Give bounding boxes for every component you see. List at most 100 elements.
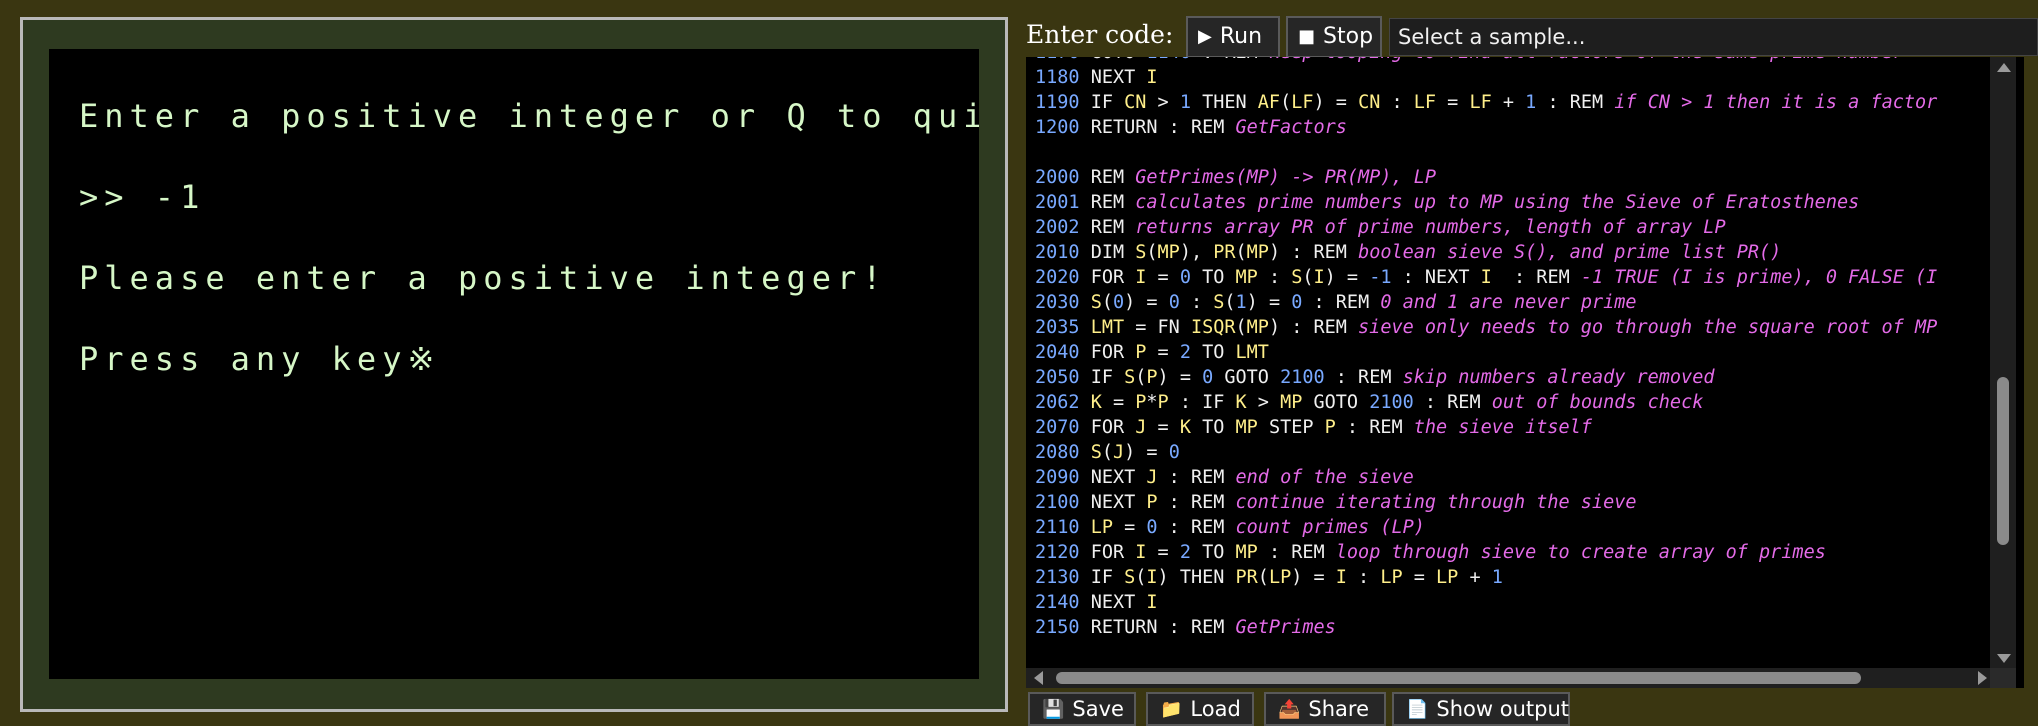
code-token-kw: NEXT [1090,492,1147,513]
code-line[interactable]: 2040 FOR P = 2 TO LMT [1035,340,1937,365]
code-token-cm: end of the sieve [1235,467,1414,488]
code-line[interactable]: 2100 NEXT P : REM continue iterating thr… [1035,490,1937,515]
code-token-ln: 2010 [1035,242,1091,263]
show-output-button[interactable]: 📄 Show output [1392,692,1570,726]
code-token-kw: REM [1090,192,1136,213]
scroll-right-arrow-icon[interactable] [1978,671,1987,685]
horizontal-scrollbar[interactable] [1026,668,2016,688]
code-token-kw: ( [1135,567,1147,588]
scroll-left-arrow-icon[interactable] [1034,671,1043,685]
code-token-var: S [1090,292,1102,313]
code-token-kw: ) = [1246,292,1292,313]
code-token-var: J [1135,417,1147,438]
code-token-var: K [1090,392,1102,413]
code-line[interactable]: 1200 RETURN : REM GetFactors [1035,115,1937,140]
load-label: Load [1190,697,1241,721]
code-line[interactable]: 2002 REM returns array PR of prime numbe… [1035,215,1937,240]
run-button[interactable]: ▶ Run [1186,16,1280,58]
code-line[interactable]: 2062 K = P*P : IF K > MP GOTO 2100 : REM… [1035,390,1937,415]
code-token-num: 1 [1525,92,1537,113]
code-editor[interactable]: 1170 GOTO 1140 : REM keep looping to fin… [1026,57,2024,688]
code-line[interactable]: 2130 IF S(I) THEN PR(LP) = I : LP = LP +… [1035,565,1937,590]
code-token-num: 0 [1112,292,1125,313]
save-button[interactable]: 💾 Save [1028,692,1136,726]
code-line[interactable]: 2020 FOR I = 0 TO MP : S(I) = -1 : NEXT … [1035,265,1937,290]
code-token-var: LF [1413,92,1437,113]
code-token-var: I [1135,267,1147,288]
code-token-kw: ( [1280,92,1292,113]
scroll-down-arrow-icon[interactable] [1997,654,2011,663]
code-token-kw: > [1246,392,1281,413]
folder-icon: 📁 [1160,698,1183,720]
load-button[interactable]: 📁 Load [1146,692,1254,726]
code-token-kw: TO [1190,267,1236,288]
code-line[interactable]: 2090 NEXT J : REM end of the sieve [1035,465,1937,490]
code-token-kw: ( [1302,267,1314,288]
screen-output: Enter a positive integer or Q to quit >>… [49,49,979,427]
code-line[interactable]: 2070 FOR J = K TO MP STEP P : REM the si… [1035,415,1937,440]
code-token-ln: 1190 [1035,92,1091,113]
code-token-cm: returns array PR of prime numbers, lengt… [1135,217,1726,238]
code-line[interactable]: 2150 RETURN : REM GetPrimes [1035,615,1937,640]
code-token-var: S [1291,267,1303,288]
share-icon: 📤 [1278,698,1301,720]
code-token-cm: count primes (LP) [1235,517,1425,538]
code-token-kw: IF [1090,367,1125,388]
code-line[interactable]: 2001 REM calculates prime numbers up to … [1035,190,1937,215]
code-line[interactable]: 1190 IF CN > 1 THEN AF(LF) = CN : LF = L… [1035,90,1937,115]
code-line[interactable]: 2110 LP = 0 : REM count primes (LP) [1035,515,1937,540]
play-icon: ▶ [1198,26,1212,47]
code-token-var: MP [1235,542,1258,563]
code-token-cm: GetFactors [1235,117,1347,138]
sample-select[interactable]: Select a sample... [1389,18,2038,56]
code-line[interactable]: 2120 FOR I = 2 TO MP : REM loop through … [1035,540,1937,565]
code-token-num: 2 [1179,542,1191,563]
code-token-cm: keep looping to find all factors of the … [1269,57,1904,63]
code-token-cm: boolean sieve S(), and prime list PR() [1358,242,1782,263]
code-token-var: S [1124,367,1136,388]
code-line[interactable]: 2140 NEXT I [1035,590,1937,615]
code-token-kw: GOTO [1091,57,1147,63]
code-token-var: MP [1246,317,1269,338]
vertical-scroll-thumb[interactable] [1997,377,2009,545]
code-line[interactable]: 1180 NEXT I [1035,65,1937,90]
toolbar: Enter code: ▶ Run ■ Stop Select a sample… [1026,16,2038,58]
code-token-kw: TO [1190,417,1236,438]
code-line[interactable]: 2000 REM GetPrimes(MP) -> PR(MP), LP [1035,165,1937,190]
stop-button[interactable]: ■ Stop [1286,16,1382,58]
screen-line: Enter a positive integer or Q to quit [79,97,979,135]
code-line[interactable]: 2035 LMT = FN ISQR(MP) : REM sieve only … [1035,315,1937,340]
emulator-screen[interactable]: Enter a positive integer or Q to quit >>… [49,49,979,679]
vertical-scrollbar[interactable] [1990,57,2016,669]
share-button[interactable]: 📤 Share [1264,692,1386,726]
horizontal-scroll-thumb[interactable] [1056,672,1861,684]
code-token-num: 0 [1146,517,1158,538]
code-line[interactable]: 2080 S(J) = 0 [1035,440,1937,465]
code-token-kw: GOTO [1213,367,1281,388]
code-token-ln: 2002 [1035,217,1091,238]
code-token-kw: REM [1090,217,1136,238]
code-line[interactable]: 2010 DIM S(MP), PR(MP) : REM boolean sie… [1035,240,1937,265]
code-token-num: -1 [1369,267,1392,288]
code-token-var: CN [1124,92,1147,113]
code-line[interactable] [1035,140,1937,165]
code-token-cm: GetPrimes(MP) -> PR(MP), LP [1135,167,1436,188]
code-token-cm: -1 TRUE (I is prime), 0 FALSE (I [1580,267,1938,288]
code-token-num: 1 [1235,292,1247,313]
code-token-ln: 2150 [1035,617,1091,638]
code-token-var: S [1213,292,1225,313]
code-token-kw: > [1146,92,1180,113]
code-token-kw: ( [1101,292,1113,313]
code-token-kw: FOR [1090,267,1136,288]
code-token-num: 2100 [1369,392,1414,413]
code-line[interactable]: 2030 S(0) = 0 : S(1) = 0 : REM 0 and 1 a… [1035,290,1937,315]
code-token-kw: RETURN : REM [1090,117,1236,138]
code-token-ln: 2020 [1035,267,1091,288]
code-line[interactable]: 1170 GOTO 1140 : REM keep looping to fin… [1035,57,1937,65]
screen-line: Press any key※ [79,340,441,378]
code-token-var: S [1090,442,1102,463]
scroll-up-arrow-icon[interactable] [1997,63,2011,72]
code-line[interactable]: 2050 IF S(P) = 0 GOTO 2100 : REM skip nu… [1035,365,1937,390]
code-token-var: MP [1246,242,1269,263]
code-token-num: 1 [1179,92,1191,113]
